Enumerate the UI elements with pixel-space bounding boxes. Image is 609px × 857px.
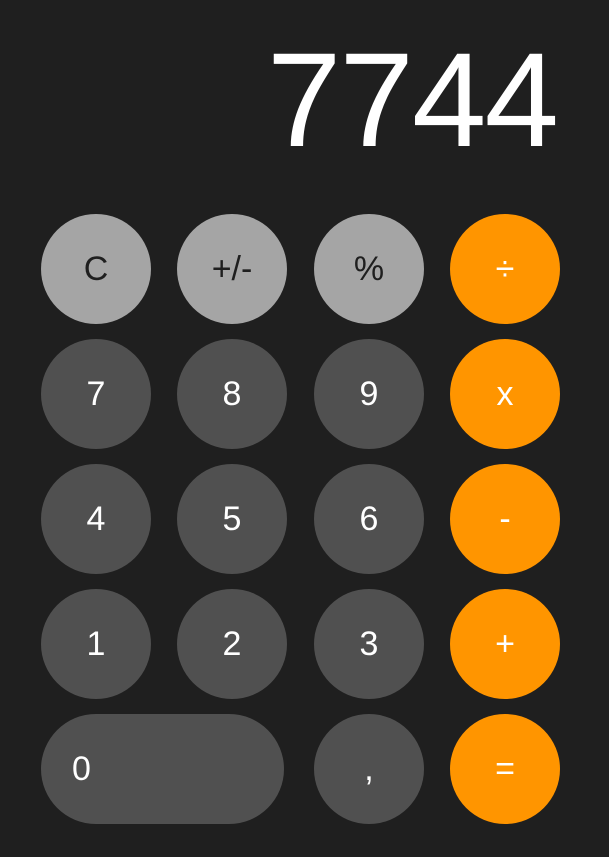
divide-button[interactable]: ÷: [450, 214, 560, 324]
digit-8-button[interactable]: 8: [177, 339, 287, 449]
digit-4-button[interactable]: 4: [41, 464, 151, 574]
digit-3-button[interactable]: 3: [314, 589, 424, 699]
digit-5-button[interactable]: 5: [177, 464, 287, 574]
digit-9-button[interactable]: 9: [314, 339, 424, 449]
digit-6-button[interactable]: 6: [314, 464, 424, 574]
digit-7-button[interactable]: 7: [41, 339, 151, 449]
minus-button[interactable]: -: [450, 464, 560, 574]
plus-minus-button[interactable]: +/-: [177, 214, 287, 324]
clear-button[interactable]: C: [41, 214, 151, 324]
decimal-button[interactable]: ,: [314, 714, 424, 824]
plus-button[interactable]: +: [450, 589, 560, 699]
calculator: 7744 C +/- % ÷ 7 8 9 x 4 5 6 - 1 2 3 + 0…: [0, 0, 609, 857]
display-value: 7744: [266, 26, 559, 175]
digit-0-button[interactable]: 0: [41, 714, 284, 824]
equals-button[interactable]: =: [450, 714, 560, 824]
percent-button[interactable]: %: [314, 214, 424, 324]
multiply-button[interactable]: x: [450, 339, 560, 449]
digit-2-button[interactable]: 2: [177, 589, 287, 699]
digit-1-button[interactable]: 1: [41, 589, 151, 699]
